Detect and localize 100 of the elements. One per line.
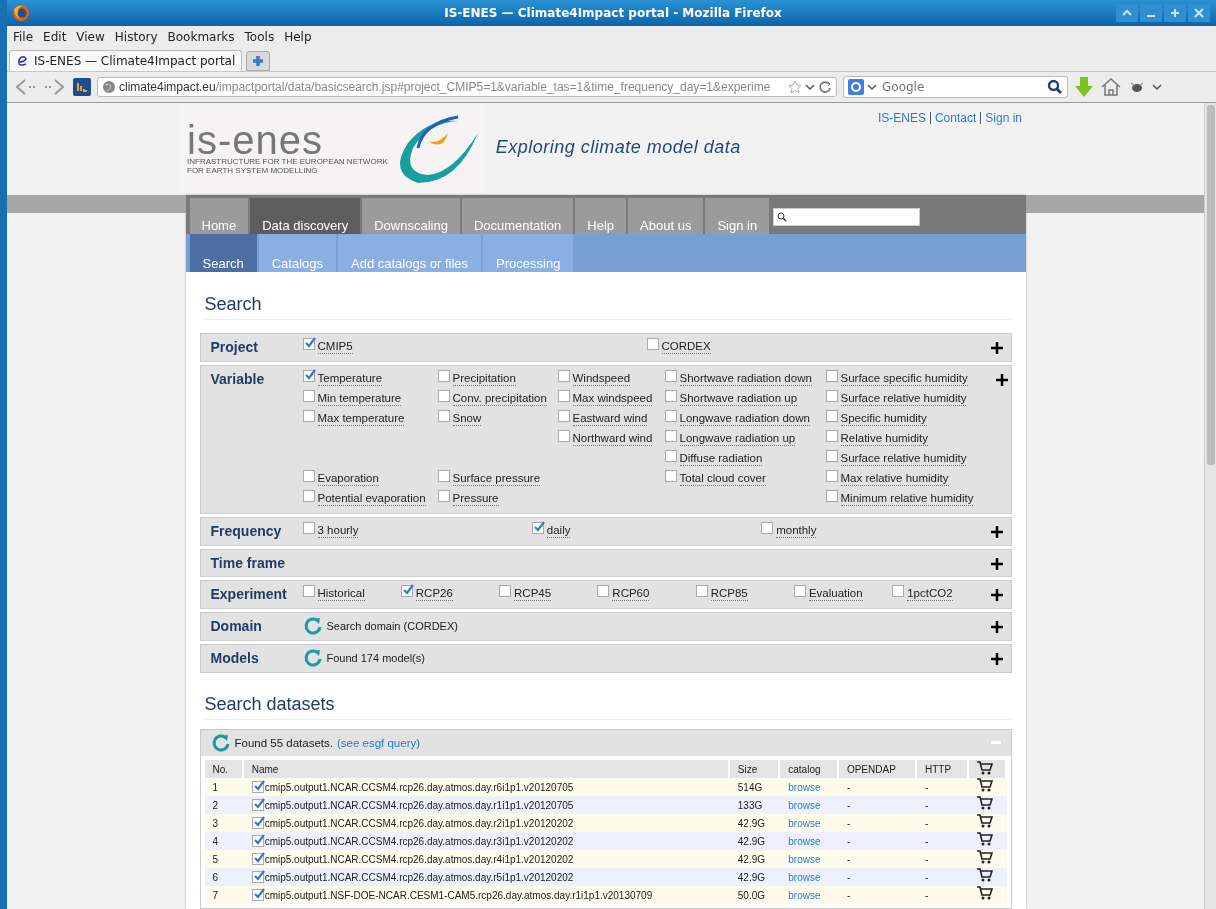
- cart-icon[interactable]: [976, 778, 993, 792]
- checkbox[interactable]: [437, 370, 450, 382]
- expand-icon[interactable]: [990, 589, 1003, 601]
- expand-icon[interactable]: [990, 621, 1003, 633]
- option-label[interactable]: Total cloud cover: [679, 472, 766, 486]
- menu-item[interactable]: History: [114, 29, 158, 44]
- close-icon[interactable]: [1188, 4, 1210, 22]
- menu-item[interactable]: Tools: [244, 29, 275, 44]
- checkbox[interactable]: [646, 338, 659, 350]
- cart-icon[interactable]: [976, 832, 993, 846]
- checkbox[interactable]: [597, 585, 610, 597]
- option-label[interactable]: 1pctCO2: [907, 587, 953, 601]
- checkbox[interactable]: [825, 430, 838, 442]
- checkbox[interactable]: [664, 470, 677, 482]
- checkbox[interactable]: [251, 889, 264, 902]
- checkbox[interactable]: [557, 430, 570, 442]
- option-label[interactable]: Surface pressure: [452, 472, 541, 486]
- option-label[interactable]: Pressure: [452, 492, 499, 506]
- checkbox[interactable]: [825, 370, 838, 382]
- menu-item[interactable]: File: [13, 29, 34, 44]
- expand-icon[interactable]: [990, 526, 1003, 538]
- subnav-tab[interactable]: Search: [189, 234, 257, 272]
- option-label[interactable]: RCP26: [415, 587, 453, 601]
- checkbox[interactable]: [531, 522, 544, 534]
- cart-icon[interactable]: [976, 796, 993, 810]
- home-icon[interactable]: [1100, 77, 1122, 97]
- checkbox[interactable]: [664, 370, 677, 382]
- option-label[interactable]: CMIP5: [317, 340, 353, 354]
- checkbox[interactable]: [302, 585, 315, 597]
- option-label[interactable]: Diffuse radiation: [679, 452, 763, 466]
- search-box[interactable]: Google: [843, 76, 1068, 98]
- option-label[interactable]: Evaporation: [317, 472, 379, 486]
- checkbox[interactable]: [251, 853, 264, 866]
- option-label[interactable]: RCP45: [514, 587, 552, 601]
- checkbox[interactable]: [437, 470, 450, 482]
- menu-item[interactable]: Edit: [43, 29, 67, 44]
- menu-item[interactable]: Help: [284, 29, 312, 44]
- option-label[interactable]: daily: [546, 524, 571, 538]
- checkbox[interactable]: [437, 390, 450, 402]
- expand-icon[interactable]: [990, 558, 1003, 570]
- shade-icon[interactable]: [1116, 4, 1138, 22]
- option-label[interactable]: Max temperature: [317, 412, 405, 426]
- menu-item[interactable]: Bookmarks: [167, 29, 235, 44]
- back-icon[interactable]: [13, 77, 37, 97]
- new-tab-button[interactable]: [246, 51, 271, 71]
- option-label[interactable]: RCP85: [710, 587, 748, 601]
- option-label[interactable]: CORDEX: [661, 340, 711, 354]
- option-label[interactable]: Historical: [317, 587, 365, 601]
- expand-icon[interactable]: [990, 653, 1003, 665]
- option-label[interactable]: Evaluation: [808, 587, 863, 601]
- checkbox[interactable]: [557, 410, 570, 422]
- checkbox[interactable]: [664, 410, 677, 422]
- cart-icon[interactable]: [976, 850, 993, 864]
- cart-icon[interactable]: [976, 868, 993, 882]
- option-label[interactable]: Relative humidity: [840, 432, 929, 446]
- option-label[interactable]: Shortwave radiation down: [679, 372, 812, 386]
- search-icon[interactable]: [1047, 79, 1063, 95]
- address-bar[interactable]: climate4impact.eu/impactportal/data/basicsearch.jsp#project_CMIP5=1&variable_tas=1&time_frequency_day=1&experime: [97, 77, 837, 97]
- option-label[interactable]: Northward wind: [572, 432, 653, 446]
- checkbox[interactable]: [892, 585, 905, 597]
- option-label[interactable]: Surface relative humidity: [840, 392, 967, 406]
- option-label[interactable]: Max relative humidity: [840, 472, 949, 486]
- browser-tab[interactable]: IS-ENES — Climate4Impact portal: [9, 50, 243, 71]
- expand-icon[interactable]: [990, 342, 1003, 354]
- chevron-icon[interactable]: [1152, 82, 1162, 92]
- checkbox[interactable]: [302, 410, 315, 422]
- header-link[interactable]: Sign in: [985, 111, 1022, 125]
- checkbox[interactable]: [251, 871, 264, 884]
- option-label[interactable]: 3 hourly: [317, 524, 359, 538]
- search-engine-icon[interactable]: [848, 79, 864, 95]
- option-label[interactable]: Precipitation: [452, 372, 516, 386]
- scrollbar[interactable]: [1204, 103, 1216, 909]
- refresh-icon[interactable]: [210, 733, 231, 753]
- checkbox[interactable]: [664, 430, 677, 442]
- checkbox[interactable]: [251, 781, 264, 794]
- option-label[interactable]: Surface relative humidity: [840, 452, 967, 466]
- checkbox[interactable]: [825, 450, 838, 462]
- checkbox[interactable]: [557, 390, 570, 402]
- header-link[interactable]: IS-ENES: [877, 111, 926, 125]
- checkbox[interactable]: [302, 490, 315, 502]
- option-label[interactable]: Snow: [452, 412, 482, 426]
- option-label[interactable]: Longwave radiation up: [679, 432, 796, 446]
- dropdown-icon[interactable]: [805, 82, 815, 92]
- option-label[interactable]: Min temperature: [317, 392, 402, 406]
- option-label[interactable]: Max windspeed: [572, 392, 653, 406]
- option-label[interactable]: Conv. precipitation: [452, 392, 547, 406]
- option-label[interactable]: Surface specific humidity: [840, 372, 968, 386]
- option-label[interactable]: monthly: [776, 524, 817, 538]
- checkbox[interactable]: [302, 390, 315, 402]
- checkbox[interactable]: [302, 338, 315, 350]
- checkbox[interactable]: [499, 585, 512, 597]
- checkbox[interactable]: [695, 585, 708, 597]
- checkbox[interactable]: [302, 370, 315, 382]
- option-label[interactable]: Longwave radiation down: [679, 412, 810, 426]
- checkbox[interactable]: [251, 835, 264, 848]
- cart-icon[interactable]: [976, 886, 993, 900]
- site-search-field[interactable]: [773, 208, 921, 226]
- checkbox[interactable]: [302, 522, 315, 534]
- checkbox[interactable]: [761, 522, 774, 534]
- option-label[interactable]: Windspeed: [572, 372, 631, 386]
